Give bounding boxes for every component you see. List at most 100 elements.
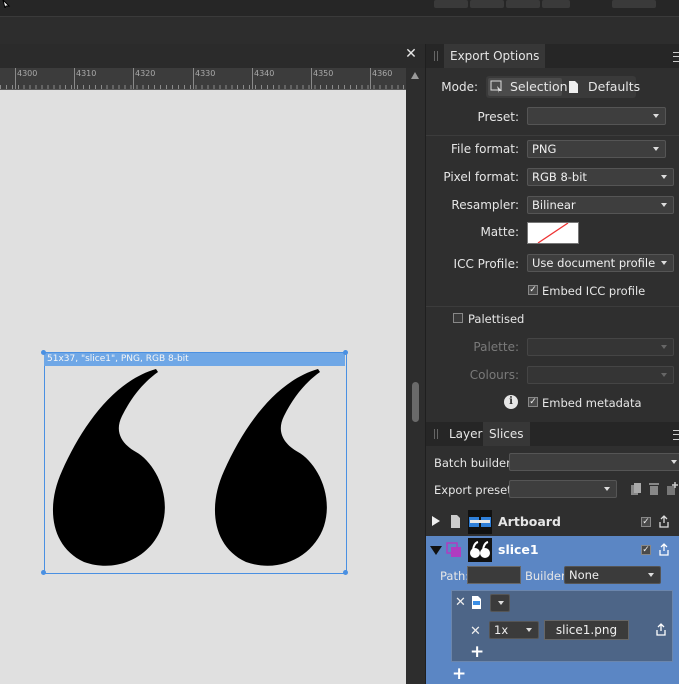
preset-label: Preset:: [477, 110, 519, 124]
info-icon[interactable]: i: [504, 395, 518, 409]
slice-handle[interactable]: [343, 570, 348, 575]
pixel-format-dropdown[interactable]: RGB 8-bit: [527, 168, 674, 186]
pixel-format-label: Pixel format:: [443, 170, 519, 184]
file-name-field[interactable]: slice1.png: [544, 620, 629, 640]
mode-selection-label: Selection: [510, 79, 568, 94]
builder-dropdown[interactable]: None: [564, 566, 661, 584]
panel-grip-icon[interactable]: [434, 429, 438, 439]
ruler-tick-label: 4360: [372, 69, 393, 78]
add-format-button[interactable]: +: [452, 664, 466, 684]
context-toolbar: [0, 16, 679, 45]
collapse-arrow-icon[interactable]: [430, 546, 442, 555]
toolbar-button[interactable]: [506, 0, 540, 8]
scale-dropdown[interactable]: 1x: [489, 621, 539, 639]
layers-slices-tabbar: Layers Slices: [426, 422, 679, 446]
expand-arrow-icon[interactable]: [432, 516, 440, 526]
scale-value: 1x: [494, 623, 509, 637]
toolbar-button[interactable]: [434, 0, 468, 8]
close-document-icon[interactable]: ✕: [404, 47, 418, 61]
export-preset-dropdown[interactable]: [509, 480, 617, 498]
panel-menu-icon[interactable]: [673, 52, 679, 62]
batch-builder-dropdown[interactable]: [509, 453, 679, 471]
mode-segmented-control: Selection Defaults: [486, 76, 640, 98]
horizontal-ruler: 4300 4310 4320 4330 4340 4350 4360: [0, 68, 406, 90]
palettised-label: Palettised: [468, 312, 525, 326]
delete-preset-icon[interactable]: [648, 482, 660, 496]
file-format-label: File format:: [451, 142, 519, 156]
add-preset-icon[interactable]: [666, 482, 678, 496]
file-format-value: PNG: [532, 142, 557, 156]
embed-icc-checkbox[interactable]: ✓: [528, 285, 538, 295]
palette-label: Palette:: [473, 340, 519, 354]
ruler-minor-ticks: [0, 85, 406, 89]
slice-path-row: Path: Builder: None: [426, 564, 679, 588]
ruler-tick-label: 4340: [254, 69, 275, 78]
matte-label: Matte:: [480, 225, 519, 239]
icc-profile-dropdown[interactable]: Use document profile: [527, 254, 674, 272]
slice-handle[interactable]: [343, 350, 348, 355]
scroll-up-arrow-icon[interactable]: [411, 72, 419, 79]
slice-bounding-box[interactable]: [44, 352, 347, 574]
ruler-tick-label: 4320: [135, 69, 156, 78]
colours-dropdown: [527, 366, 674, 384]
panel-menu-icon[interactable]: [673, 430, 679, 440]
toolbar-button[interactable]: [542, 0, 570, 8]
format-type-dropdown[interactable]: [490, 594, 510, 612]
toolbar-button[interactable]: [470, 0, 504, 8]
scrollbar-thumb[interactable]: [412, 382, 419, 422]
preset-dropdown[interactable]: [527, 107, 666, 125]
add-scale-button[interactable]: +: [470, 642, 484, 662]
toolbar-button[interactable]: [612, 0, 656, 8]
cursor-icon: [2, 0, 11, 8]
path-label: Path:: [440, 569, 470, 583]
tab-slices[interactable]: Slices: [483, 422, 530, 446]
path-input[interactable]: [467, 566, 521, 584]
resampler-label: Resampler:: [451, 198, 519, 212]
slice-row[interactable]: slice1 ✓: [426, 536, 679, 564]
batch-builder-label: Batch builder:: [434, 456, 515, 470]
export-scale-icon[interactable]: [655, 623, 667, 636]
tab-export-options[interactable]: Export Options: [444, 44, 546, 68]
ruler-tick-label: 4330: [195, 69, 216, 78]
file-format-icon[interactable]: [471, 595, 483, 610]
format-group: ✕ ✕ 1x slice1.png +: [451, 590, 673, 662]
export-slice-icon[interactable]: [658, 515, 670, 528]
palettised-checkbox[interactable]: [453, 313, 463, 323]
remove-scale-icon[interactable]: ✕: [470, 624, 481, 639]
document-tab-bar: [0, 44, 425, 68]
export-slice-icon[interactable]: [658, 543, 670, 556]
slice-info-label: 51x37, "slice1", PNG, RGB 8-bit: [44, 353, 345, 366]
artboard-row[interactable]: Artboard ✓: [426, 508, 679, 536]
remove-format-icon[interactable]: ✕: [455, 595, 466, 610]
file-format-dropdown[interactable]: PNG: [527, 140, 666, 158]
palette-dropdown: [527, 338, 674, 356]
embed-metadata-checkbox[interactable]: ✓: [528, 397, 538, 407]
icc-profile-label: ICC Profile:: [453, 257, 519, 271]
export-preset-label: Export preset:: [434, 483, 516, 497]
icc-profile-value: Use document profile: [532, 256, 656, 270]
matte-swatch[interactable]: [527, 222, 579, 244]
slice-export-checkbox[interactable]: ✓: [641, 545, 651, 555]
panel-grip-icon[interactable]: [434, 51, 438, 61]
resampler-dropdown[interactable]: Bilinear: [527, 196, 674, 214]
slice-handle[interactable]: [41, 350, 46, 355]
vertical-scrollbar[interactable]: [406, 68, 425, 684]
builder-value: None: [569, 568, 600, 582]
artboard-export-checkbox[interactable]: ✓: [641, 517, 651, 527]
copy-preset-icon[interactable]: [630, 482, 642, 496]
mode-defaults-button[interactable]: Defaults: [564, 78, 640, 96]
mode-selection-button[interactable]: Selection: [488, 78, 568, 96]
ruler-tick-label: 4300: [17, 69, 38, 78]
right-panel: Export Options Mode: Selection Defaults …: [425, 44, 679, 684]
document-icon: [569, 81, 578, 93]
slice-name: slice1: [498, 542, 539, 557]
artboard-thumbnail: [468, 510, 492, 534]
ruler-tick-label: 4310: [76, 69, 97, 78]
builder-label: Builder:: [525, 569, 570, 583]
slice-thumbnail: [468, 538, 492, 562]
slice-handle[interactable]: [41, 570, 46, 575]
colours-label: Colours:: [469, 368, 519, 382]
no-color-icon: [537, 223, 569, 243]
embed-icc-label: Embed ICC profile: [542, 284, 646, 298]
mode-defaults-label: Defaults: [588, 79, 641, 94]
